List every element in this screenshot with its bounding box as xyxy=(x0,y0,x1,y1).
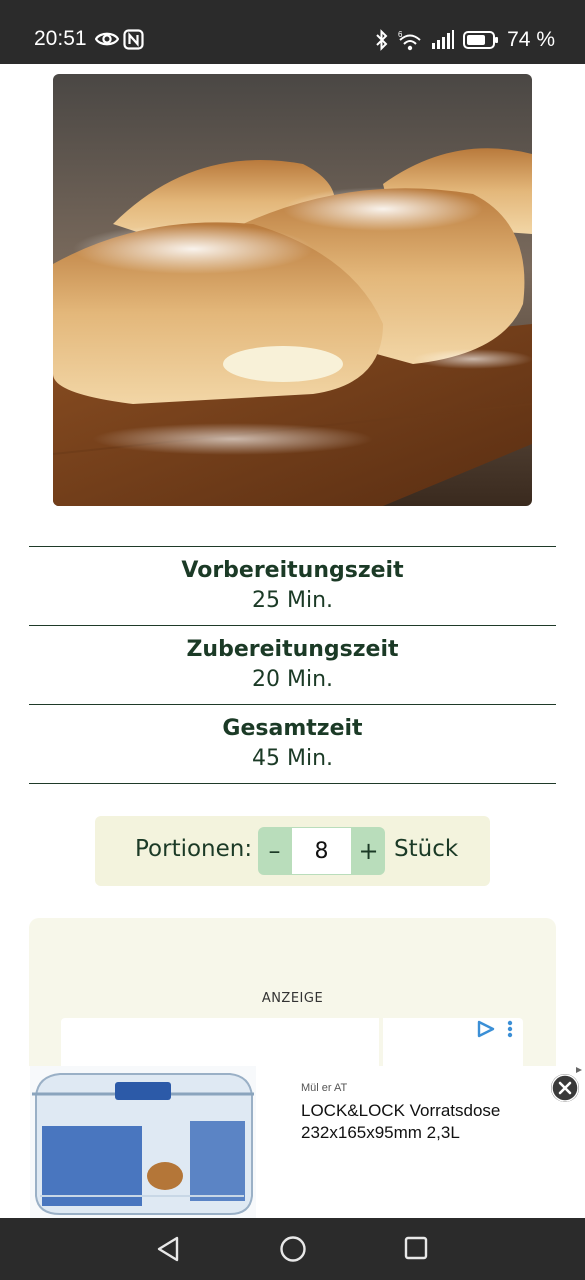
prep-time-row: Vorbereitungszeit 25 Min. xyxy=(29,546,556,625)
cook-time-label: Zubereitungszeit xyxy=(186,637,399,662)
product-image[interactable] xyxy=(30,1066,256,1218)
signal-icon xyxy=(432,30,455,49)
ad-product-title[interactable]: LOCK&LOCK Vorratsdose 232x165x95mm 2,3L xyxy=(301,1100,541,1144)
ad-seller: Mül er AT xyxy=(301,1082,348,1094)
total-time-label: Gesamtzeit xyxy=(222,716,363,741)
bluetooth-icon xyxy=(376,29,388,51)
status-bar: 20:51 6 74 % xyxy=(0,0,585,64)
prep-time-value: 25 Min. xyxy=(251,588,334,613)
home-icon[interactable] xyxy=(279,1235,307,1263)
back-icon[interactable] xyxy=(155,1235,181,1263)
wifi-icon: 6 xyxy=(398,30,421,51)
cook-time-row: Zubereitungszeit 20 Min. xyxy=(29,625,556,704)
servings-box: Portionen: – 8 + Stück xyxy=(95,816,490,886)
total-time-row: Gesamtzeit 45 Min. xyxy=(29,704,556,784)
recipe-hero-image xyxy=(53,74,532,506)
servings-label: Portionen: xyxy=(135,836,253,862)
battery-percentage: 74 % xyxy=(507,28,555,51)
ad-label: ANZEIGE xyxy=(261,991,324,1006)
battery-icon xyxy=(463,31,499,49)
total-time-value: 45 Min. xyxy=(251,746,334,771)
close-ad-icon[interactable] xyxy=(551,1074,579,1102)
recipe-times: Vorbereitungszeit 25 Min. Zubereitungsze… xyxy=(29,546,556,784)
status-time: 20:51 xyxy=(34,27,87,50)
system-nav-bar xyxy=(0,1218,585,1280)
eye-icon xyxy=(95,32,119,46)
servings-stepper[interactable]: – 8 + xyxy=(258,827,385,875)
nfc-icon xyxy=(123,29,144,50)
bottom-ad-banner[interactable]: Mül er AT LOCK&LOCK Vorratsdose 232x165x… xyxy=(0,1066,585,1218)
increase-servings-button[interactable]: + xyxy=(352,827,385,875)
prep-time-label: Vorbereitungszeit xyxy=(181,558,404,583)
servings-input[interactable]: 8 xyxy=(291,827,352,875)
adchoices-icon[interactable] xyxy=(575,1066,583,1074)
recents-icon[interactable] xyxy=(404,1236,428,1260)
adchoices-play-icon[interactable] xyxy=(476,1020,496,1038)
status-right-group: 6 74 % xyxy=(375,27,555,53)
decrease-servings-button[interactable]: – xyxy=(258,827,291,875)
cook-time-value: 20 Min. xyxy=(251,667,334,692)
servings-unit: Stück xyxy=(394,836,459,862)
ad-menu-icon[interactable] xyxy=(507,1020,513,1038)
